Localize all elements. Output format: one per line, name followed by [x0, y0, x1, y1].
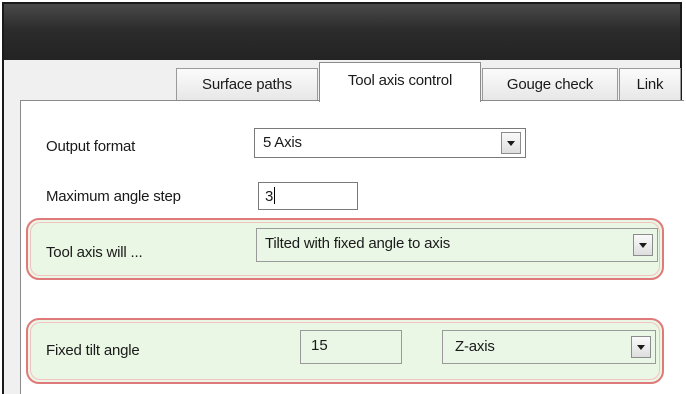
fixed-tilt-input[interactable]: 15	[300, 330, 402, 364]
tool-axis-select[interactable]: Tilted with fixed angle to axis	[256, 228, 658, 262]
tab-surface-paths[interactable]: Surface paths	[176, 68, 318, 102]
output-format-label: Output format	[46, 138, 136, 155]
tool-axis-label: Tool axis will ...	[46, 244, 143, 261]
text-caret	[274, 187, 276, 204]
tilt-axis-value: Z-axis	[455, 338, 495, 355]
tilt-axis-select[interactable]: Z-axis	[442, 330, 656, 364]
fixed-tilt-value: 15	[311, 337, 328, 354]
max-angle-step-input[interactable]: 3	[258, 182, 358, 210]
tab-gouge-check[interactable]: Gouge check	[482, 68, 618, 102]
chevron-down-icon[interactable]	[501, 132, 521, 154]
tab-tool-axis-control[interactable]: Tool axis control	[319, 62, 481, 102]
chevron-down-icon[interactable]	[631, 336, 651, 358]
dialog-screenshot: Surface paths Tool axis control Gouge ch…	[0, 0, 686, 394]
tab-link[interactable]: Link	[619, 68, 681, 102]
tool-axis-value: Tilted with fixed angle to axis	[265, 235, 451, 252]
chevron-down-icon[interactable]	[633, 234, 653, 256]
output-format-value: 5 Axis	[263, 134, 302, 151]
window-titlebar[interactable]	[4, 4, 680, 60]
fixed-tilt-label: Fixed tilt angle	[46, 342, 140, 359]
max-angle-step-label: Maximum angle step	[46, 188, 181, 205]
max-angle-step-value: 3	[265, 188, 274, 205]
output-format-select[interactable]: 5 Axis	[254, 128, 526, 158]
